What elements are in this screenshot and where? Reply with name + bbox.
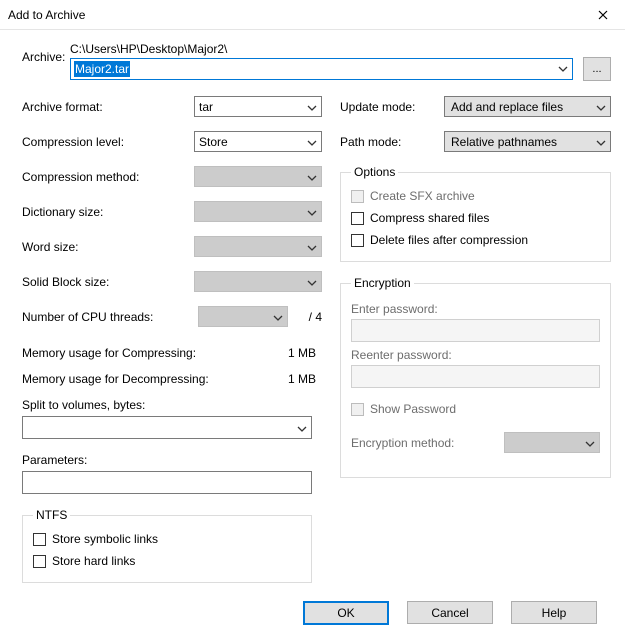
hard-links-label: Store hard links — [52, 554, 135, 568]
archive-label: Archive: — [22, 42, 70, 64]
update-mode-select[interactable]: Add and replace files — [444, 96, 611, 117]
update-mode-label: Update mode: — [340, 100, 444, 114]
chevron-down-icon — [307, 137, 317, 151]
title-bar: Add to Archive — [0, 0, 625, 30]
path-mode-select[interactable]: Relative pathnames — [444, 131, 611, 152]
encryption-group: Encryption Enter password: Reenter passw… — [340, 276, 611, 478]
chevron-down-icon — [307, 102, 317, 116]
mem-compress-label: Memory usage for Compressing: — [22, 346, 262, 364]
dictionary-size-select — [194, 201, 322, 222]
delete-after-checkbox[interactable] — [351, 234, 364, 247]
hard-links-checkbox[interactable] — [33, 555, 46, 568]
split-volumes-combo[interactable] — [22, 416, 312, 439]
sfx-label: Create SFX archive — [370, 189, 475, 203]
chevron-down-icon — [585, 438, 595, 452]
archive-filename: Major2.tar — [74, 61, 130, 77]
ntfs-legend: NTFS — [33, 508, 70, 522]
chevron-down-icon — [307, 172, 317, 186]
chevron-down-icon — [307, 277, 317, 291]
mem-decompress-value: 1 MB — [262, 372, 322, 390]
symbolic-links-checkbox[interactable] — [33, 533, 46, 546]
sfx-checkbox — [351, 190, 364, 203]
dictionary-size-label: Dictionary size: — [22, 205, 194, 219]
archive-path: C:\Users\HP\Desktop\Major2\ — [70, 42, 611, 56]
mem-compress-value: 1 MB — [262, 346, 322, 364]
mem-decompress-label: Memory usage for Decompressing: — [22, 372, 262, 390]
chevron-down-icon — [596, 102, 606, 116]
cpu-threads-label: Number of CPU threads: — [22, 310, 198, 324]
solid-block-size-select — [194, 271, 322, 292]
archive-format-select[interactable]: tar — [194, 96, 322, 117]
options-group: Options Create SFX archive Compress shar… — [340, 165, 611, 262]
cancel-button[interactable]: Cancel — [407, 601, 493, 624]
delete-after-label: Delete files after compression — [370, 233, 528, 247]
chevron-down-icon — [307, 242, 317, 256]
ok-button[interactable]: OK — [303, 601, 389, 625]
encryption-method-label: Encryption method: — [351, 436, 504, 450]
split-volumes-label: Split to volumes, bytes: — [22, 398, 322, 412]
cpu-threads-total: / 4 — [292, 310, 322, 324]
encryption-method-select — [504, 432, 600, 453]
enter-password-input — [351, 319, 600, 342]
show-password-label: Show Password — [370, 402, 456, 416]
chevron-down-icon — [307, 207, 317, 221]
options-legend: Options — [351, 165, 398, 179]
compression-level-label: Compression level: — [22, 135, 194, 149]
word-size-select — [194, 236, 322, 257]
symbolic-links-label: Store symbolic links — [52, 532, 158, 546]
reenter-password-label: Reenter password: — [351, 348, 600, 362]
path-mode-label: Path mode: — [340, 135, 444, 149]
compress-shared-checkbox[interactable] — [351, 212, 364, 225]
parameters-input[interactable] — [22, 471, 312, 494]
ntfs-group: NTFS Store symbolic links Store hard lin… — [22, 508, 312, 583]
archive-filename-combo[interactable]: Major2.tar — [70, 58, 573, 80]
enter-password-label: Enter password: — [351, 302, 600, 316]
compression-level-select[interactable]: Store — [194, 131, 322, 152]
compress-shared-label: Compress shared files — [370, 211, 489, 225]
cpu-threads-select — [198, 306, 288, 327]
encryption-legend: Encryption — [351, 276, 414, 290]
parameters-label: Parameters: — [22, 453, 322, 467]
word-size-label: Word size: — [22, 240, 194, 254]
browse-button[interactable]: ... — [583, 57, 611, 81]
close-icon — [598, 10, 608, 20]
window-title: Add to Archive — [8, 8, 580, 22]
solid-block-size-label: Solid Block size: — [22, 275, 194, 289]
compression-method-select — [194, 166, 322, 187]
archive-format-label: Archive format: — [22, 100, 194, 114]
chevron-down-icon — [273, 312, 283, 326]
close-button[interactable] — [580, 0, 625, 30]
show-password-checkbox — [351, 403, 364, 416]
reenter-password-input — [351, 365, 600, 388]
chevron-down-icon — [558, 63, 568, 77]
compression-method-label: Compression method: — [22, 170, 194, 184]
chevron-down-icon — [596, 137, 606, 151]
chevron-down-icon — [297, 423, 307, 437]
help-button[interactable]: Help — [511, 601, 597, 624]
